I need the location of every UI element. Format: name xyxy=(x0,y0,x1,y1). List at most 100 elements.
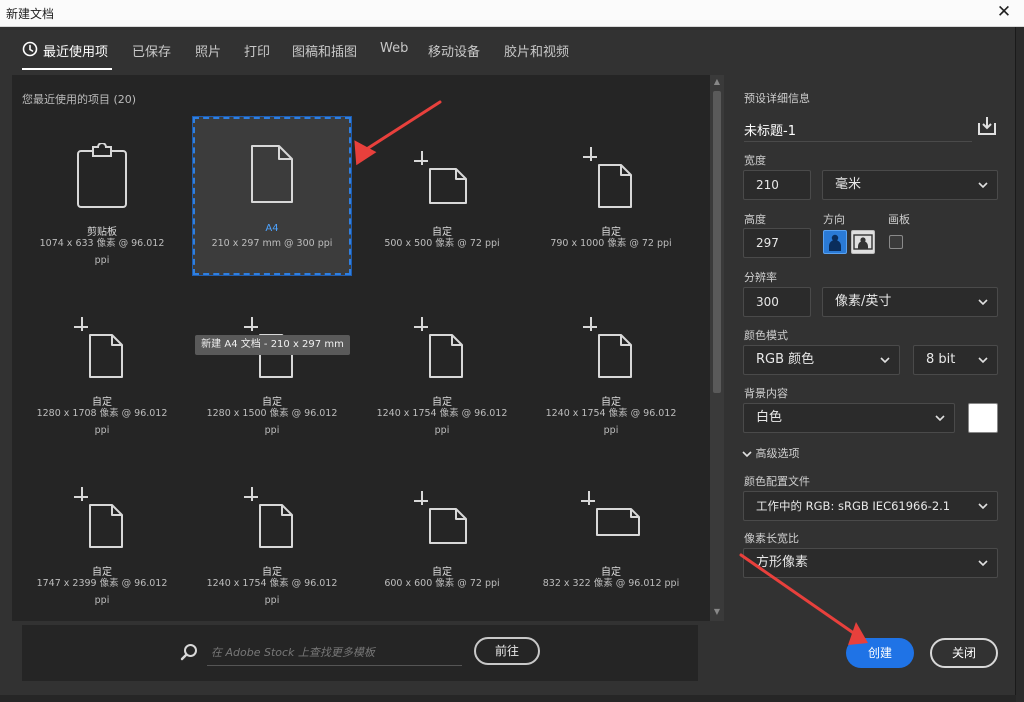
scroll-up-icon[interactable]: ▲ xyxy=(712,77,722,87)
preset-item[interactable]: 自定 832 x 322 像素 @ 96.012 ppi xyxy=(533,457,689,619)
resolution-unit-select[interactable]: 像素/英寸 xyxy=(822,287,998,317)
presets-scrollbar[interactable]: ▲ ▼ xyxy=(710,75,724,621)
chevron-down-icon xyxy=(880,357,890,364)
preset-desc-unit: ppi xyxy=(434,425,450,436)
background-label: 背景内容 xyxy=(744,387,788,400)
color-mode-label: 颜色模式 xyxy=(744,329,788,342)
clipboard-icon xyxy=(77,143,127,208)
close-button[interactable]: 关闭 xyxy=(930,638,998,668)
preset-desc: 1240 x 1754 像素 @ 96.012 xyxy=(376,408,508,419)
stock-search-input[interactable]: 在 Adobe Stock 上查找更多模板 xyxy=(207,638,462,666)
chevron-down-icon xyxy=(978,503,988,510)
preset-desc: 790 x 1000 像素 @ 72 ppi xyxy=(550,238,672,249)
preset-item[interactable]: 自定 500 x 500 像素 @ 72 ppi xyxy=(364,117,520,279)
preset-item-selected[interactable]: A4 210 x 297 mm @ 300 ppi xyxy=(192,116,352,276)
stock-search-placeholder: 在 Adobe Stock 上查找更多模板 xyxy=(211,646,375,659)
preset-tooltip: 新建 A4 文档 - 210 x 297 mm xyxy=(195,335,350,355)
custom-portrait-icon xyxy=(414,317,463,378)
document-name-underline xyxy=(744,141,972,142)
document-name-input[interactable]: 未标题-1 xyxy=(744,120,796,139)
preset-desc: 210 x 297 mm @ 300 ppi xyxy=(211,238,333,249)
goto-button[interactable]: 前往 xyxy=(474,637,540,665)
scroll-down-icon[interactable]: ▼ xyxy=(712,607,722,617)
preset-desc: 1240 x 1754 像素 @ 96.012 xyxy=(545,408,677,419)
background-value: 白色 xyxy=(756,410,783,425)
preset-item[interactable]: 自定 1747 x 2399 像素 @ 96.012 ppi xyxy=(24,457,180,619)
tab-print[interactable]: 打印 xyxy=(244,41,270,60)
search-icon xyxy=(180,644,197,661)
chevron-down-icon xyxy=(978,560,988,567)
orientation-portrait-button[interactable] xyxy=(823,230,847,254)
preset-desc-unit: ppi xyxy=(264,425,280,436)
background-window-edge xyxy=(1016,27,1024,702)
height-input[interactable]: 297 xyxy=(743,228,811,258)
person-landscape-icon xyxy=(853,234,873,250)
scroll-thumb[interactable] xyxy=(713,91,721,393)
preset-desc: 1074 x 633 像素 @ 96.012 xyxy=(39,238,165,249)
custom-square-icon xyxy=(414,491,467,544)
tab-film-video[interactable]: 胶片和视频 xyxy=(504,41,569,60)
color-profile-select[interactable]: 工作中的 RGB: sRGB IEC61966-2.1 xyxy=(743,491,998,521)
preset-item[interactable]: 自定 790 x 1000 像素 @ 72 ppi xyxy=(533,117,689,279)
width-label: 宽度 xyxy=(744,154,766,167)
document-icon xyxy=(251,145,293,203)
recent-section-title: 您最近使用的项目 (20) xyxy=(22,93,137,106)
orientation-landscape-button[interactable] xyxy=(851,230,875,254)
tab-photo[interactable]: 照片 xyxy=(195,41,221,60)
window-close-icon[interactable]: ✕ xyxy=(994,2,1014,22)
preset-item[interactable]: 自定 1240 x 1754 像素 @ 96.012 ppi xyxy=(364,287,520,449)
preset-item[interactable]: 自定 1280 x 1500 像素 @ 96.012 ppi xyxy=(194,287,350,449)
window-titlebar: 新建文档 ✕ xyxy=(0,0,1024,27)
preset-item[interactable]: 自定 1240 x 1754 像素 @ 96.012 ppi xyxy=(533,287,689,449)
tab-mobile[interactable]: 移动设备 xyxy=(428,41,480,60)
background-select[interactable]: 白色 xyxy=(743,403,955,433)
preset-desc-unit: ppi xyxy=(603,425,619,436)
preset-item[interactable]: 剪贴板 1074 x 633 像素 @ 96.012 ppi xyxy=(24,117,180,279)
advanced-options-toggle[interactable]: 高级选项 xyxy=(742,445,800,461)
tab-art-illustration[interactable]: 图稿和插图 xyxy=(292,41,357,60)
save-preset-icon[interactable] xyxy=(976,115,998,137)
chevron-down-icon xyxy=(978,357,988,364)
height-label: 高度 xyxy=(744,213,766,226)
bit-depth-select[interactable]: 8 bit xyxy=(913,345,998,375)
chevron-down-icon xyxy=(935,415,945,422)
preset-item[interactable]: 自定 1240 x 1754 像素 @ 96.012 ppi xyxy=(194,457,350,619)
background-color-swatch[interactable] xyxy=(968,403,998,433)
preset-desc: 1280 x 1708 像素 @ 96.012 xyxy=(36,408,168,419)
details-section-label: 预设详细信息 xyxy=(744,92,810,105)
resolution-label: 分辨率 xyxy=(744,271,777,284)
color-mode-select[interactable]: RGB 颜色 xyxy=(743,345,900,375)
preset-desc: 1747 x 2399 像素 @ 96.012 xyxy=(36,578,168,589)
tab-recent[interactable]: 最近使用项 xyxy=(43,41,108,60)
preset-desc-unit: ppi xyxy=(94,595,110,606)
orientation-label: 方向 xyxy=(823,213,845,226)
person-portrait-icon xyxy=(829,234,841,251)
custom-portrait-icon xyxy=(583,317,632,378)
custom-portrait-icon xyxy=(74,487,123,548)
preset-desc: 600 x 600 像素 @ 72 ppi xyxy=(384,578,500,589)
resolution-unit-value: 像素/英寸 xyxy=(835,294,892,309)
width-unit-select[interactable]: 毫米 xyxy=(822,170,998,200)
preset-desc-unit: ppi xyxy=(94,425,110,436)
chevron-down-icon xyxy=(742,451,752,458)
clock-icon xyxy=(22,41,38,57)
window-title: 新建文档 xyxy=(6,7,55,21)
category-tabs: 最近使用项 已保存 照片 打印 图稿和插图 Web 移动设备 胶片和视频 xyxy=(0,27,730,71)
custom-portrait-icon xyxy=(244,487,293,548)
tab-saved[interactable]: 已保存 xyxy=(132,41,171,60)
create-button[interactable]: 创建 xyxy=(846,638,914,668)
width-input[interactable]: 210 xyxy=(743,170,811,200)
tab-web[interactable]: Web xyxy=(380,41,408,56)
artboard-checkbox[interactable] xyxy=(889,235,903,249)
background-window-edge-bottom xyxy=(0,695,1016,702)
new-document-dialog: 最近使用项 已保存 照片 打印 图稿和插图 Web 移动设备 胶片和视频 您最近… xyxy=(0,27,1016,695)
preset-item[interactable]: 自定 1280 x 1708 像素 @ 96.012 ppi xyxy=(24,287,180,449)
chevron-down-icon xyxy=(978,182,988,189)
pixel-aspect-select[interactable]: 方形像素 xyxy=(743,548,998,578)
preset-desc: 832 x 322 像素 @ 96.012 ppi xyxy=(542,578,680,589)
preset-desc-unit: ppi xyxy=(264,595,280,606)
custom-landscape-icon xyxy=(581,491,640,536)
resolution-input[interactable]: 300 xyxy=(743,287,811,317)
preset-desc-unit: ppi xyxy=(94,255,110,266)
preset-item[interactable]: 自定 600 x 600 像素 @ 72 ppi xyxy=(364,457,520,619)
